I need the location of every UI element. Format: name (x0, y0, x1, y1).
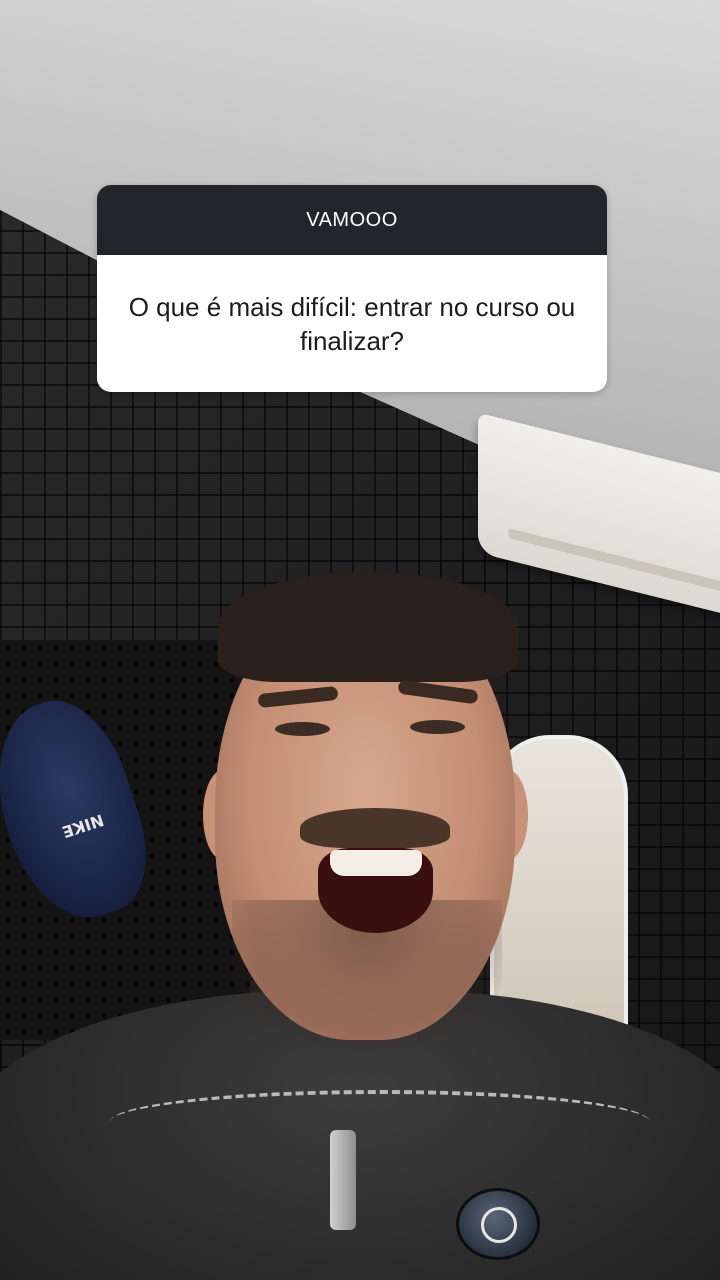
story-frame: NIKE VAMOOO O que é mais difícil: entrar… (0, 0, 720, 1280)
lapel-microphone (456, 1188, 540, 1260)
question-text: O que é mais difícil: entrar no curso ou… (128, 291, 576, 356)
question-sticker-title: VAMOOO (306, 208, 398, 231)
question-sticker[interactable]: VAMOOO O que é mais difícil: entrar no c… (97, 185, 607, 392)
teeth (330, 850, 422, 876)
mustache (300, 808, 450, 848)
left-eye (275, 722, 330, 736)
right-eye (410, 720, 465, 734)
microphone-logo-icon (481, 1207, 517, 1243)
zipper-pull (330, 1130, 356, 1230)
question-sticker-header: VAMOOO (97, 185, 607, 255)
sweater-zipper (110, 1090, 650, 1154)
hair (218, 572, 518, 682)
question-sticker-body: O que é mais difícil: entrar no curso ou… (97, 255, 607, 392)
cap-logo: NIKE (59, 810, 107, 842)
